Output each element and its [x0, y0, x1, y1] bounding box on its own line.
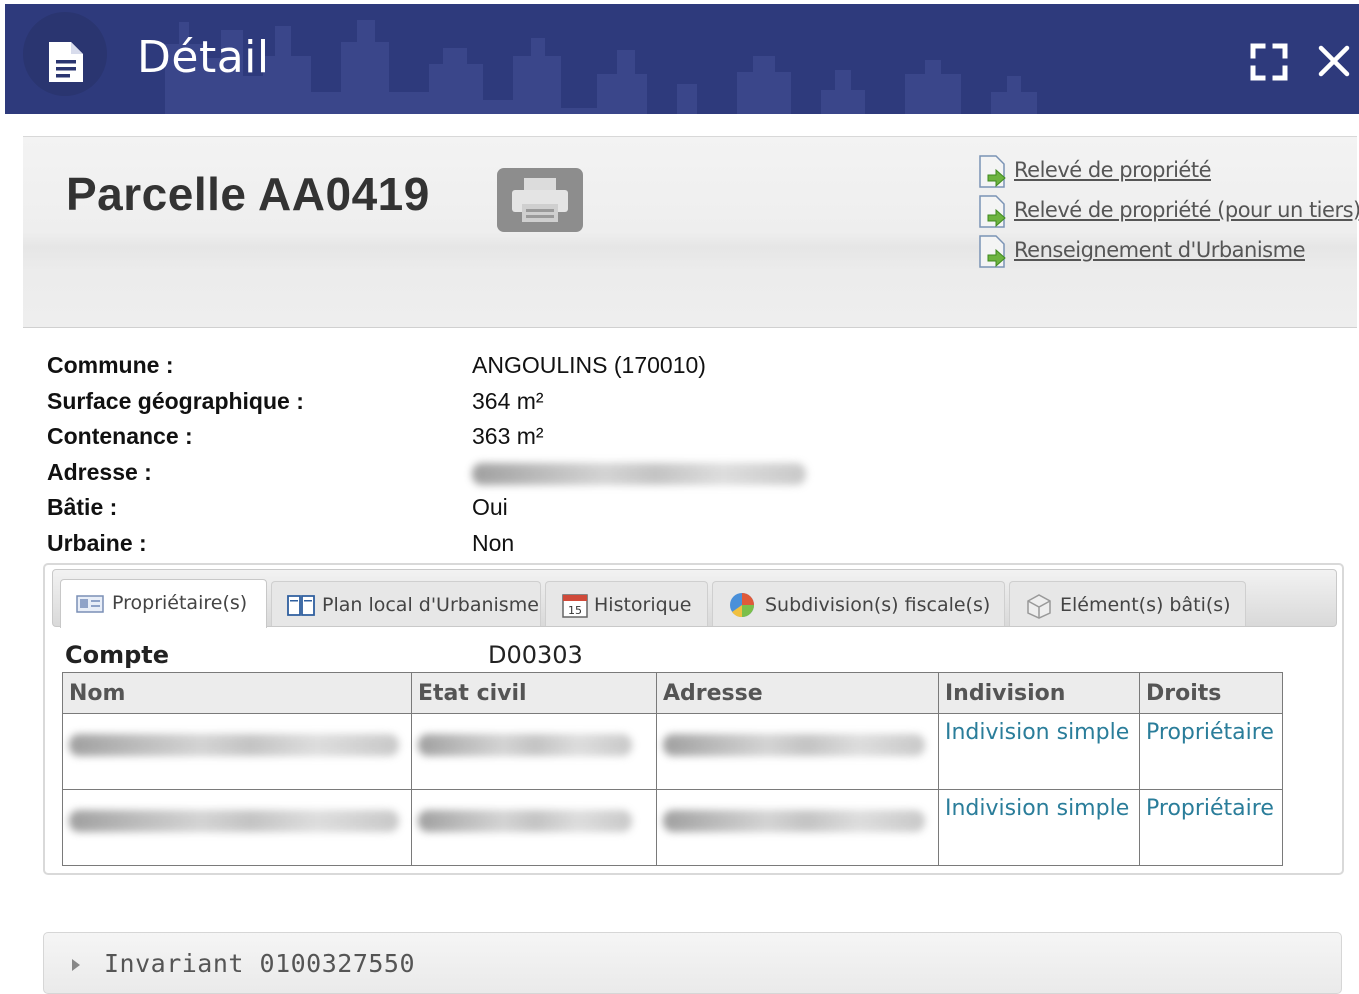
tab-label: Elément(s) bâti(s) [1060, 594, 1231, 616]
link-releve-propriete-label[interactable]: Relevé de propriété [1014, 158, 1212, 182]
document-icon [49, 42, 83, 82]
info-label: Bâtie : [47, 494, 118, 520]
column-header-etat-civil[interactable]: Etat civil [411, 672, 657, 714]
invariant-accordion[interactable]: Invariant 0100327550 [43, 932, 1342, 994]
book-icon [287, 595, 315, 616]
tab-label: Propriétaire(s) [112, 592, 248, 614]
redacted-adresse [656, 789, 939, 866]
parcel-title: Parcelle AA0419 [66, 168, 430, 220]
window-title: Détail [137, 32, 270, 83]
pie-chart-icon [730, 593, 754, 618]
svg-text:15: 15 [568, 604, 582, 617]
redacted-name [62, 713, 412, 790]
column-header-droits[interactable]: Droits [1139, 672, 1283, 714]
table-header-row: Nom Etat civil Adresse Indivision Droits [62, 672, 1283, 714]
export-document-icon [979, 195, 1006, 228]
info-value: Oui [472, 494, 508, 520]
tabs-panel: Propriétaire(s) Plan local d'Urbanisme 1… [43, 563, 1344, 875]
compte-value: D00303 [488, 641, 583, 669]
info-value: Non [472, 529, 515, 556]
expand-arrow-icon [72, 959, 80, 971]
export-document-icon [979, 235, 1006, 268]
column-header-indivision[interactable]: Indivision [938, 672, 1140, 714]
invariant-label: Invariant 0100327550 [104, 949, 416, 978]
column-header-nom[interactable]: Nom [62, 672, 412, 714]
parcel-header-panel: Parcelle AA0419 Relevé de propriété Rele… [23, 136, 1359, 328]
link-releve-propriete-tiers-label[interactable]: Relevé de propriété (pour un tiers) [1014, 198, 1359, 222]
id-card-icon [76, 595, 104, 613]
info-value: 363 m² [472, 423, 544, 449]
tab-historique[interactable]: 15 Historique [545, 581, 708, 626]
info-label: Surface géographique : [47, 387, 304, 414]
tab-subdivisions-fiscales[interactable]: Subdivision(s) fiscale(s) [712, 581, 1005, 626]
redacted-etat-civil [411, 713, 657, 790]
info-label: Contenance : [47, 423, 193, 449]
tab-bar: Propriétaire(s) Plan local d'Urbanisme 1… [52, 569, 1337, 628]
indivision-link[interactable]: Indivision simple [938, 713, 1140, 790]
tab-label: Subdivision(s) fiscale(s) [765, 594, 991, 616]
info-value: 364 m² [472, 387, 544, 414]
redacted-address [472, 459, 806, 485]
redacted-adresse [656, 713, 939, 790]
close-icon[interactable] [1315, 42, 1353, 80]
table-row[interactable]: Indivision simple Propriétaire [62, 713, 1283, 790]
table-row[interactable]: Indivision simple Propriétaire [62, 789, 1283, 866]
link-renseignement-urbanisme-label[interactable]: Renseignement d'Urbanisme [1014, 238, 1306, 262]
export-document-icon [979, 155, 1006, 188]
print-button[interactable] [497, 168, 583, 232]
redacted-name [62, 789, 412, 866]
expand-icon[interactable] [1249, 42, 1289, 82]
column-header-adresse[interactable]: Adresse [656, 672, 939, 714]
compte-label: Compte [65, 641, 170, 669]
window-header: Détail [5, 4, 1359, 114]
indivision-link[interactable]: Indivision simple [938, 789, 1140, 866]
tab-label: Historique [594, 594, 692, 616]
droits-link[interactable]: Propriétaire [1139, 713, 1283, 790]
building-icon [1027, 594, 1051, 619]
tab-proprietaires[interactable]: Propriétaire(s) [60, 579, 267, 628]
printer-icon [512, 178, 568, 222]
redacted-etat-civil [411, 789, 657, 866]
info-label: Commune : [47, 352, 174, 378]
droits-link[interactable]: Propriétaire [1139, 789, 1283, 866]
tab-label: Plan local d'Urbanisme [322, 594, 539, 616]
info-label: Urbaine : [47, 529, 147, 556]
tab-elements-batis[interactable]: Elément(s) bâti(s) [1009, 581, 1246, 626]
calendar-icon: 15 [562, 594, 588, 618]
owners-table: Nom Etat civil Adresse Indivision Droits… [62, 672, 1283, 866]
tab-plan-local-urbanisme[interactable]: Plan local d'Urbanisme [271, 581, 541, 626]
info-value: ANGOULINS (170010) [472, 352, 706, 378]
info-label: Adresse : [47, 458, 152, 485]
